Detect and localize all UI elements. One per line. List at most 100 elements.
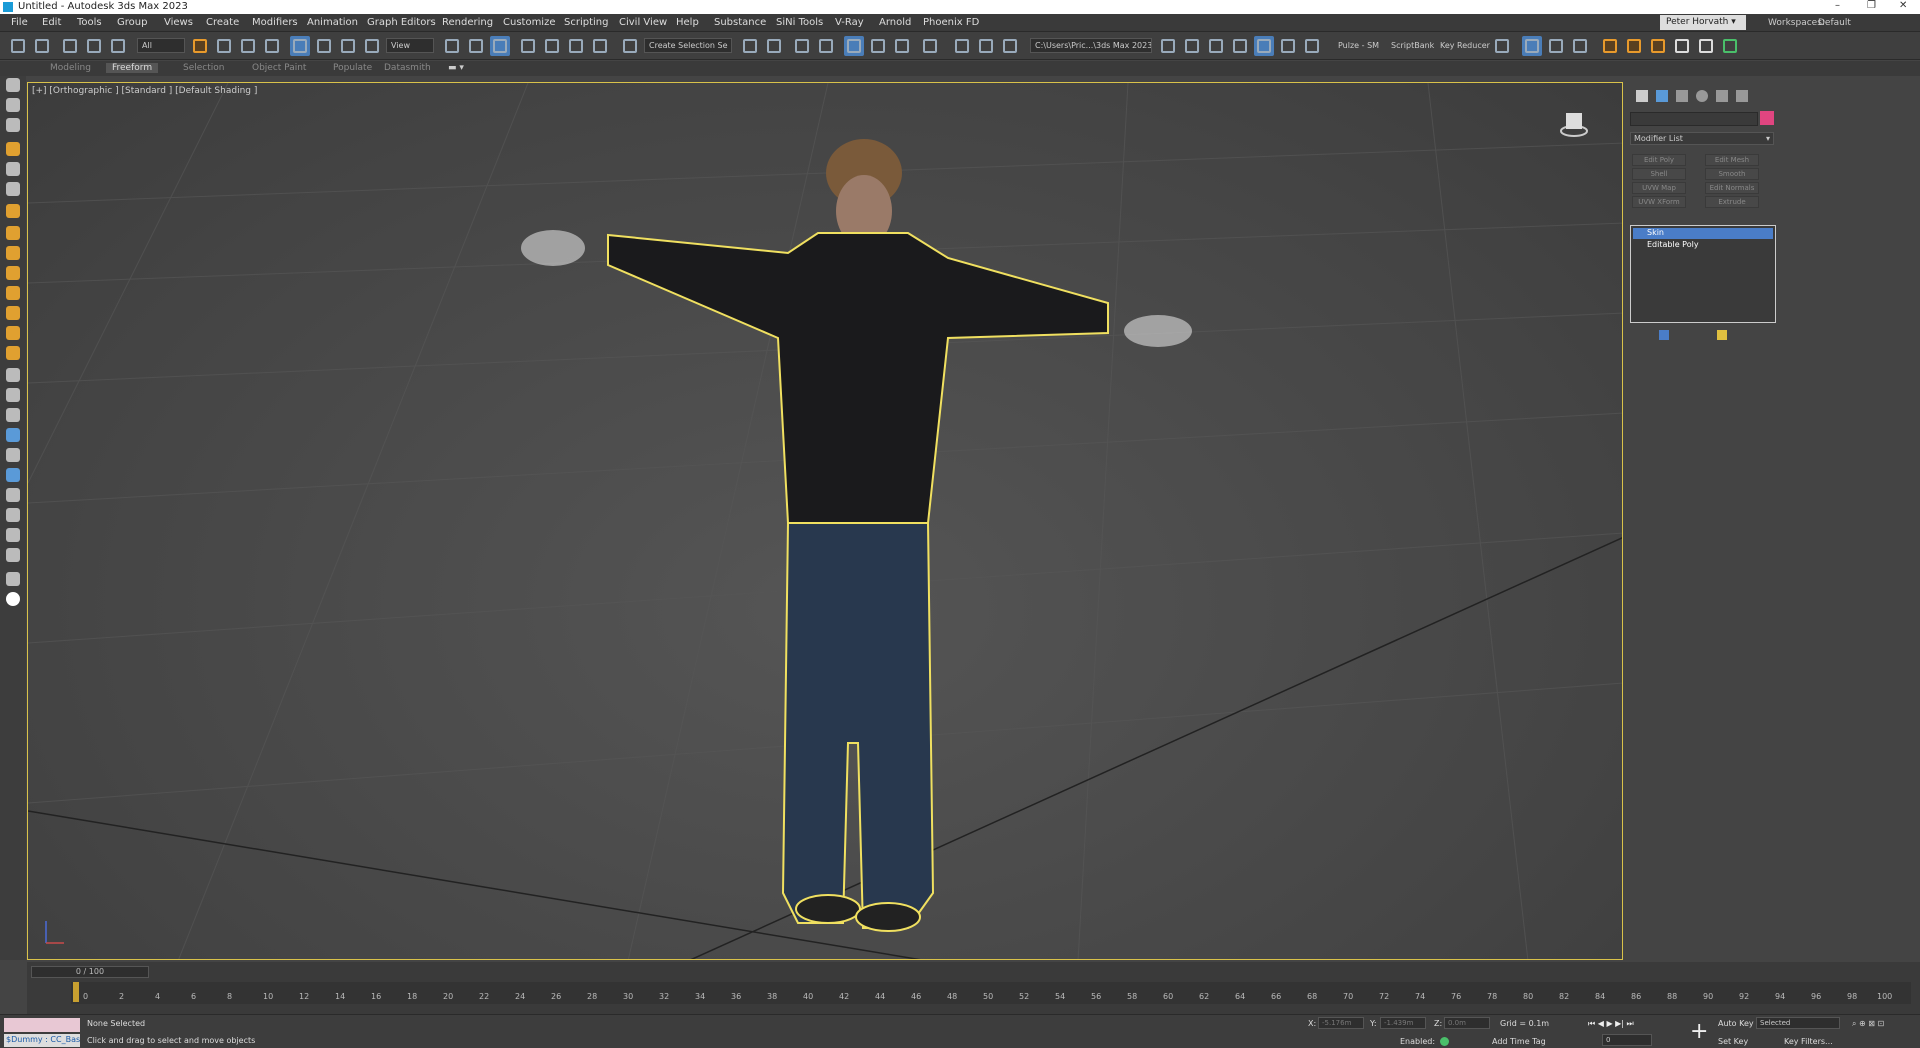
current-frame-indicator[interactable]	[73, 982, 79, 1002]
project-folder-dropdown[interactable]: C:\Users\Pric...\3ds Max 2023	[1030, 38, 1152, 53]
menu-vray[interactable]: V-Ray	[835, 17, 864, 28]
angle-snap-button[interactable]	[542, 36, 562, 56]
hierarchy-tab-icon[interactable]	[1676, 90, 1688, 102]
y-coordinate-field[interactable]: -1.439m	[1380, 1017, 1426, 1029]
orthographic-viewport[interactable]: [+] [Orthographic ] [Standard ] [Default…	[27, 82, 1623, 960]
menu-scripting[interactable]: Scripting	[564, 17, 608, 28]
hand-icon[interactable]	[6, 448, 20, 462]
ribbon-tab-freeform[interactable]: Freeform	[106, 63, 159, 73]
time-slider[interactable]: 0 / 100	[31, 966, 149, 978]
uvw-xform-button[interactable]: UVW XForm	[1632, 196, 1686, 208]
create-geometry-icon[interactable]	[6, 78, 20, 92]
torus-icon[interactable]	[6, 246, 20, 260]
menu-sini-tools[interactable]: SiNi Tools	[776, 17, 823, 28]
uvw-map-button[interactable]: UVW Map	[1632, 182, 1686, 194]
menu-phoenix-fd[interactable]: Phoenix FD	[923, 17, 979, 28]
logout-button[interactable]	[1492, 36, 1512, 56]
modifier-list-dropdown[interactable]: Modifier List ▾	[1630, 132, 1774, 145]
menu-help[interactable]: Help	[676, 17, 699, 28]
cylinder-icon[interactable]	[6, 204, 20, 218]
table-button[interactable]	[1696, 36, 1716, 56]
viewport-navigation-icons[interactable]: ⌕ ⊕ ⊠ ⊡	[1852, 1019, 1884, 1029]
motion-tab-icon[interactable]	[1696, 90, 1708, 102]
light-icon[interactable]	[6, 286, 20, 300]
edit-mesh-button[interactable]: Edit Mesh	[1705, 154, 1759, 166]
add-time-tag-button[interactable]: Add Time Tag	[1492, 1037, 1546, 1046]
menu-views[interactable]: Views	[164, 17, 193, 28]
maximize-button[interactable]: ❐	[1867, 0, 1876, 11]
user-account-dropdown[interactable]: Peter Horvath ▾	[1660, 15, 1746, 30]
playback-controls[interactable]: ⏮ ◀ ▶ ▶| ⏭	[1588, 1019, 1634, 1029]
render-active-button[interactable]	[1000, 36, 1020, 56]
auto-key-button[interactable]: Auto Key	[1718, 1019, 1754, 1028]
edit-poly-button[interactable]: Edit Poly	[1632, 154, 1686, 166]
key-selection-dropdown[interactable]: Selected	[1756, 1017, 1840, 1029]
particles-icon[interactable]	[6, 508, 20, 522]
window-crossing-button[interactable]	[262, 36, 282, 56]
green-panel-button[interactable]	[1720, 36, 1740, 56]
ribbon-options-icon[interactable]: ▬ ▾	[448, 63, 464, 73]
stack-item-skin[interactable]: Skin	[1633, 228, 1773, 239]
stack-item-editable-poly[interactable]: Editable Poly	[1633, 240, 1773, 251]
fr-button[interactable]	[1600, 36, 1620, 56]
layers-icon[interactable]	[6, 548, 20, 562]
menu-tools[interactable]: Tools	[77, 17, 102, 28]
workspace-dropdown[interactable]: Default	[1818, 18, 1851, 28]
render-production-button[interactable]	[976, 36, 996, 56]
display-icon[interactable]	[6, 572, 20, 586]
maxscript-listener-input[interactable]	[4, 1018, 80, 1032]
edit-named-selection-button[interactable]	[620, 36, 640, 56]
unlink-button[interactable]	[84, 36, 104, 56]
character-model[interactable]	[521, 139, 1192, 932]
menu-civil-view[interactable]: Civil View	[619, 17, 667, 28]
manipulate-button[interactable]	[466, 36, 486, 56]
edit-normals-button[interactable]: Edit Normals	[1705, 182, 1759, 194]
connect-button[interactable]	[1672, 36, 1692, 56]
link-button[interactable]	[60, 36, 80, 56]
toggle-ribbon-button[interactable]	[816, 36, 836, 56]
schematic-view-button[interactable]	[868, 36, 888, 56]
menu-substance[interactable]: Substance	[714, 17, 766, 28]
menu-customize[interactable]: Customize	[503, 17, 556, 28]
select-by-name-button[interactable]	[214, 36, 234, 56]
key-reducer-button[interactable]: Key Reducer	[1440, 41, 1490, 50]
reference-coordinate-dropdown[interactable]: View	[386, 38, 434, 53]
close-button[interactable]: ✕	[1899, 0, 1907, 11]
keyboard-shortcut-override-button[interactable]	[490, 36, 510, 56]
select-and-place-button[interactable]	[362, 36, 382, 56]
maxscript-output[interactable]: $Dummy : CC_Bas	[4, 1034, 80, 1047]
track-bar[interactable]: 0 2 4 6 8 10 12 14 16 18 20 22 24 26 28 …	[71, 982, 1911, 1004]
import-button[interactable]	[1230, 36, 1250, 56]
create-shapes-icon[interactable]	[6, 98, 20, 112]
select-and-rotate-button[interactable]	[314, 36, 334, 56]
utilities-tab-wrench-icon[interactable]	[1736, 90, 1748, 102]
curve-editor-button[interactable]	[844, 36, 864, 56]
render-setup-button[interactable]	[920, 36, 940, 56]
create-tab-plus-icon[interactable]	[1636, 90, 1648, 102]
percent-snap-button[interactable]	[566, 36, 586, 56]
box-icon[interactable]	[6, 162, 20, 176]
flow-icon[interactable]	[6, 528, 20, 542]
undo-button[interactable]	[8, 36, 28, 56]
timer-button[interactable]	[1302, 36, 1322, 56]
enabled-toggle-icon[interactable]	[1440, 1037, 1449, 1046]
ribbon-tab-populate[interactable]: Populate	[333, 63, 372, 73]
ribbon-tab-modeling[interactable]: Modeling	[50, 63, 91, 73]
pivot-center-button[interactable]	[442, 36, 462, 56]
named-selection-set-dropdown[interactable]: Create Selection Se	[644, 38, 732, 53]
select-and-move-button[interactable]	[290, 36, 310, 56]
teapot-icon[interactable]	[6, 266, 20, 280]
rc-button[interactable]	[1522, 36, 1542, 56]
menu-graph-editors[interactable]: Graph Editors	[367, 17, 436, 28]
mountain-icon[interactable]	[6, 408, 20, 422]
bind-spacewarp-button[interactable]	[108, 36, 128, 56]
menu-rendering[interactable]: Rendering	[442, 17, 493, 28]
skin-icon[interactable]	[6, 468, 20, 482]
frame-counter-button[interactable]	[1278, 36, 1298, 56]
menu-arnold[interactable]: Arnold	[879, 17, 911, 28]
vray-icon[interactable]	[6, 592, 20, 606]
ribbon-tab-selection[interactable]: Selection	[183, 63, 224, 73]
minimize-button[interactable]: –	[1835, 0, 1840, 11]
select-and-scale-button[interactable]	[338, 36, 358, 56]
current-frame-field[interactable]: 0	[1602, 1034, 1652, 1046]
